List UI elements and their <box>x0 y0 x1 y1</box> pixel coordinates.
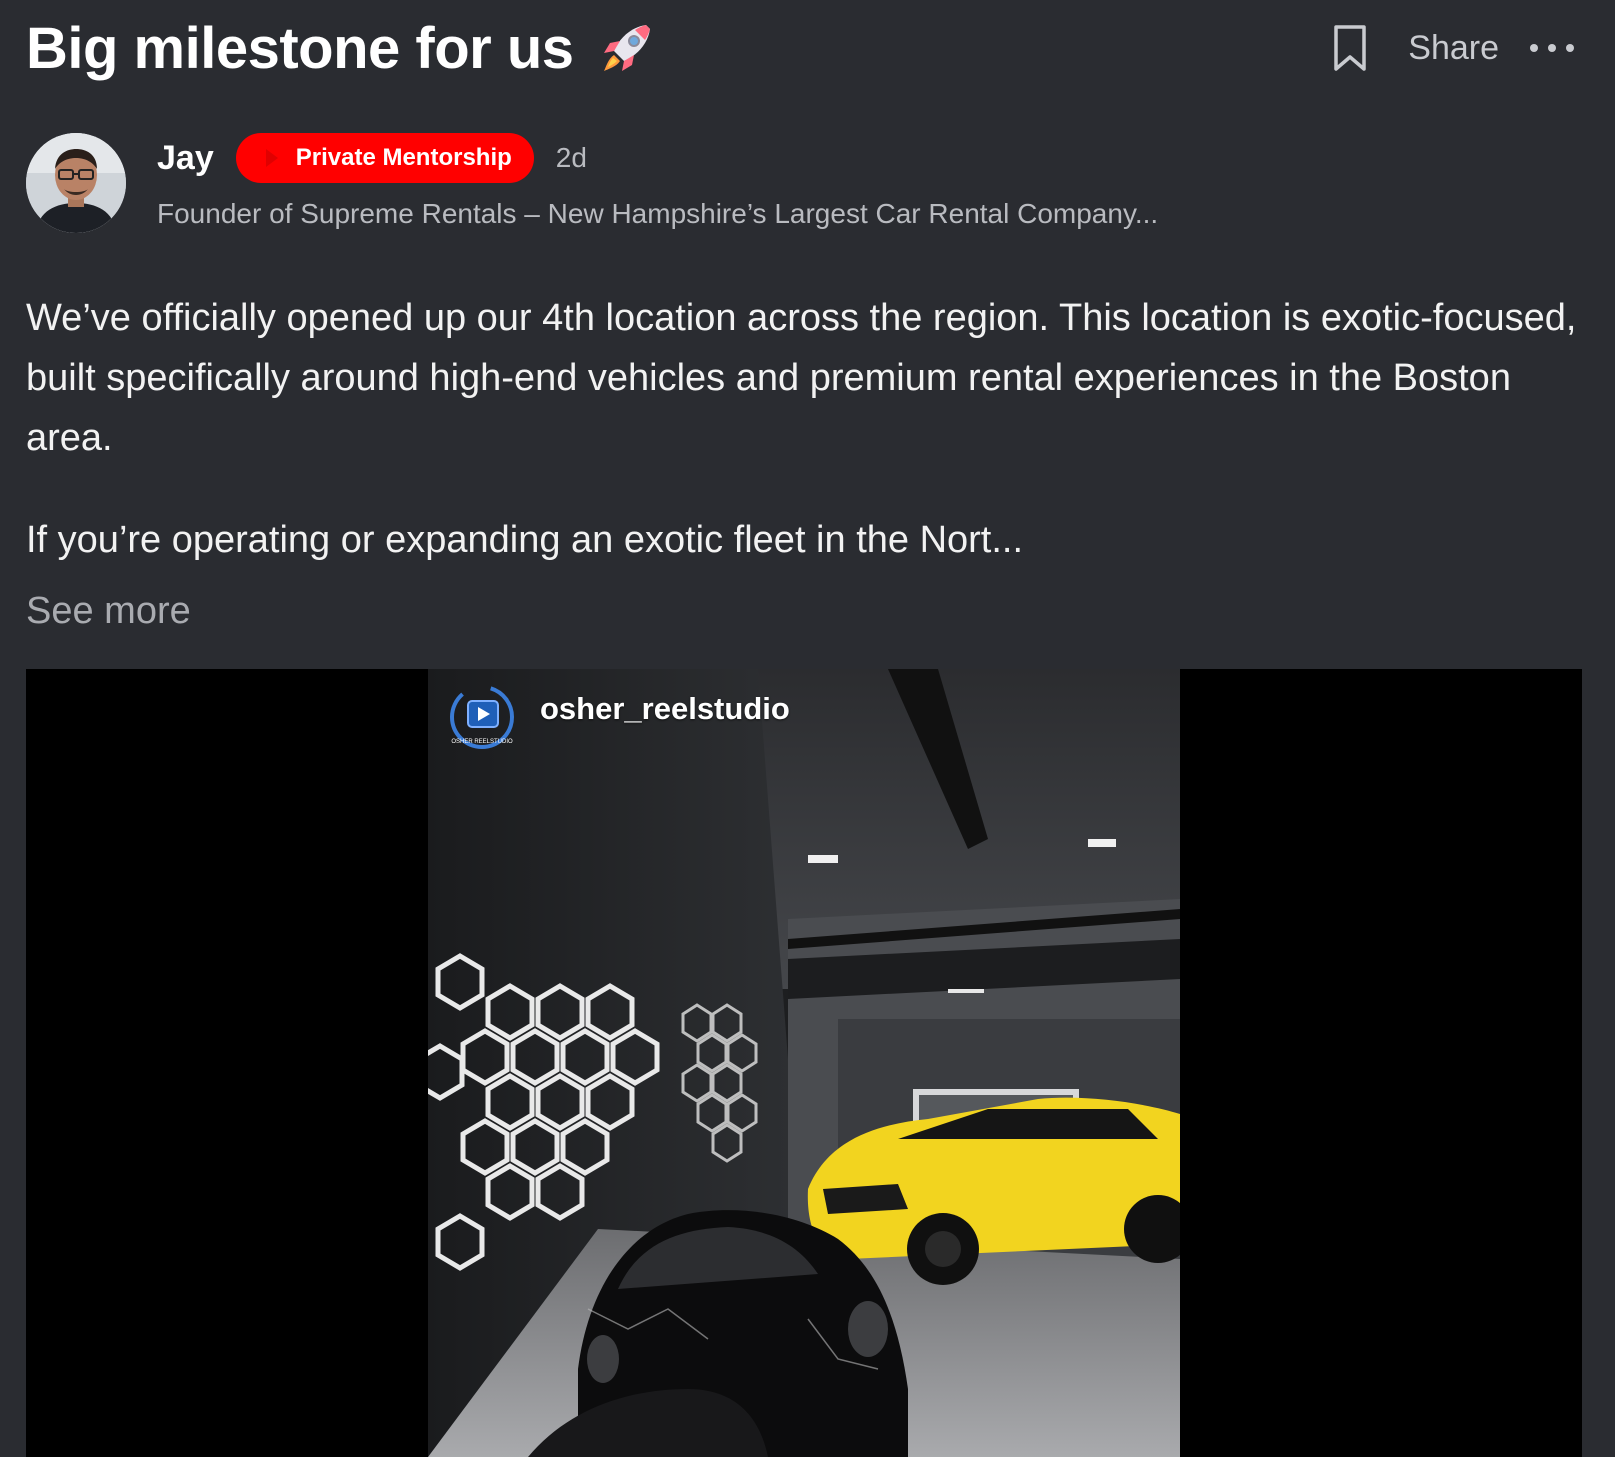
author-headline: Founder of Supreme Rentals – New Hampshi… <box>157 198 1159 229</box>
post-body-paragraph: If you’re operating or expanding an exot… <box>26 519 1024 561</box>
post-page: Big milestone for us Share Jay Private M… <box>0 0 1615 1457</box>
post-actions: Share <box>1332 22 1575 74</box>
see-more-link[interactable]: See more <box>26 590 191 633</box>
video-watermark: osher_reelstudio <box>540 691 790 726</box>
author-line: Jay Private Mentorship 2d <box>157 133 587 183</box>
membership-badge-label: Private Mentorship <box>295 144 512 171</box>
author-name[interactable]: Jay <box>157 139 214 178</box>
bookmark-icon[interactable] <box>1332 24 1368 72</box>
reel-studio-logo: OSHER REELSTUDIO <box>450 685 514 749</box>
post-video[interactable]: OSHER REELSTUDIO osher_reelstudio <box>26 669 1582 1457</box>
membership-badge: Private Mentorship <box>235 133 534 183</box>
post-title-text: Big milestone for us <box>26 16 574 81</box>
post-title: Big milestone for us <box>26 14 658 84</box>
post-body-paragraph: We’ve officially opened up our 4th locat… <box>26 297 1577 459</box>
more-options-icon[interactable] <box>1529 42 1575 54</box>
video-frame: OSHER REELSTUDIO osher_reelstudio <box>428 669 1180 1457</box>
share-button[interactable]: Share <box>1408 29 1499 68</box>
avatar-image <box>26 133 126 233</box>
garage-scene-image <box>428 669 1180 1457</box>
post-timestamp: 2d <box>555 142 587 173</box>
author-avatar[interactable] <box>26 133 126 233</box>
rocket-icon <box>603 25 650 71</box>
play-icon <box>265 149 278 167</box>
watermark-logo-text: OSHER REELSTUDIO <box>451 739 513 745</box>
